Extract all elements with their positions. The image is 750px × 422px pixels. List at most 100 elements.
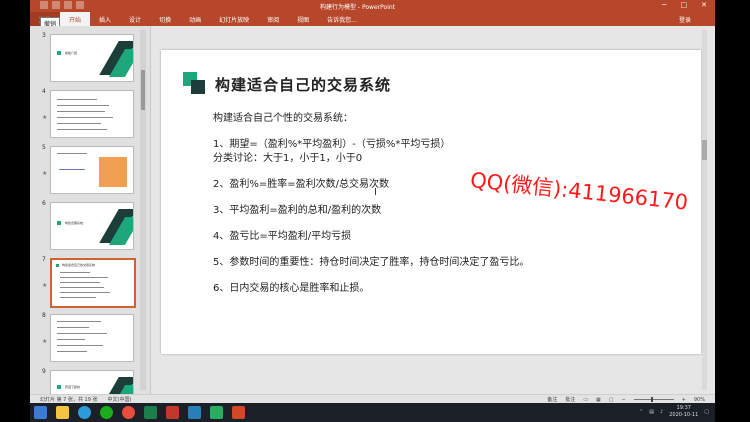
text-line — [57, 327, 89, 328]
tab-transitions[interactable]: 切换 — [150, 12, 180, 26]
clock-time: 19:37 — [676, 405, 691, 411]
taskbar: ⌃ ▤ ♪ 19:37 2020-10-11 ▢ — [30, 403, 715, 422]
login-link[interactable]: 登录 — [679, 15, 691, 24]
tab-review[interactable]: 审阅 — [258, 12, 288, 26]
text-line — [57, 105, 109, 106]
thumbnail-scrollbar[interactable] — [140, 30, 146, 390]
start-icon[interactable] — [34, 406, 47, 419]
tab-insert[interactable]: 插入 — [90, 12, 120, 26]
system-tray: ⌃ ▤ ♪ 19:37 2020-10-11 ▢ — [639, 405, 709, 419]
notification-icon[interactable]: ▢ — [704, 409, 709, 415]
thumbnail-row-6[interactable]: 6 构建合理系统 — [34, 200, 140, 250]
text-line — [60, 277, 108, 278]
volume-icon[interactable]: ♪ — [660, 409, 663, 415]
thumbnail-row-7[interactable]: 7 ★ 构建适合自己的交易系统 — [34, 256, 140, 308]
text-line — [60, 287, 104, 288]
zoom-in-icon[interactable]: + — [682, 397, 686, 403]
slide-number: 6 — [42, 200, 46, 207]
wechat-icon[interactable] — [100, 406, 113, 419]
clock[interactable]: 19:37 2020-10-11 — [669, 405, 698, 419]
star-icon: ★ — [42, 114, 48, 121]
text-line — [57, 99, 97, 100]
tab-design[interactable]: 设计 — [120, 12, 150, 26]
star-icon: ★ — [42, 170, 48, 177]
tab-view[interactable]: 视图 — [288, 12, 318, 26]
body-line: 分类讨论：大于1，小于1，小于0 — [213, 153, 363, 164]
window-controls: ─ □ ✕ — [662, 1, 707, 9]
tray-icon[interactable]: ⌃ — [639, 409, 643, 415]
logo-icon — [57, 51, 61, 55]
star-icon: ★ — [42, 282, 48, 289]
text-line — [57, 321, 101, 322]
body-line: 5、参数时间的重要性：持仓时间决定了胜率，持仓时间决定了盈亏比。 — [213, 257, 530, 268]
tab-home[interactable]: 开始 — [60, 12, 91, 26]
powerpoint-icon[interactable] — [232, 406, 245, 419]
comments-button[interactable]: 批注 — [565, 396, 575, 403]
window-title: 构建行为模型 - PowerPoint — [320, 4, 396, 11]
slide-thumbnail-7[interactable]: 构建适合自己的交易系统 — [50, 258, 136, 308]
text-line — [57, 129, 107, 130]
zoom-slider-knob[interactable] — [650, 397, 653, 402]
slide-thumbnail-4[interactable] — [50, 90, 134, 138]
thumbnail-row-9[interactable]: 9 稳固下跌线 — [34, 368, 140, 394]
tab-slideshow[interactable]: 幻灯片放映 — [210, 12, 258, 26]
chart-line — [59, 169, 85, 170]
quick-access-toolbar — [40, 1, 84, 9]
thumbnail-row-5[interactable]: 5 ★ — [34, 144, 140, 194]
media-app-icon[interactable] — [122, 406, 135, 419]
slide-number: 5 — [42, 144, 46, 151]
app-icon[interactable] — [210, 406, 223, 419]
start-slideshow-icon[interactable] — [76, 1, 84, 9]
slide-number: 8 — [42, 312, 46, 319]
text-line — [57, 339, 85, 340]
body-line: 4、盈亏比=平均盈利/平均亏损 — [213, 231, 352, 242]
slide-thumbnail-6[interactable]: 构建合理系统 — [50, 202, 134, 250]
body-line: 构建适合自己个性的交易系统： — [213, 113, 353, 124]
minimize-button[interactable]: ─ — [662, 1, 666, 9]
maximize-button[interactable]: □ — [681, 1, 688, 9]
slide-thumbnail-9[interactable]: 稳固下跌线 — [50, 370, 134, 394]
zoom-slider[interactable] — [633, 397, 674, 402]
body-line: 1、期望=（盈利%*平均盈利）-（亏损%*平均亏损） — [213, 139, 451, 150]
text-line — [60, 297, 96, 298]
close-button[interactable]: ✕ — [701, 1, 707, 9]
app-icon[interactable] — [166, 406, 179, 419]
editor-scrollbar[interactable] — [702, 30, 707, 390]
save-icon[interactable] — [40, 1, 48, 9]
slide-body-text[interactable]: 构建适合自己个性的交易系统： 1、期望=（盈利%*平均盈利）-（亏损%*平均亏损… — [213, 112, 529, 296]
undo-icon[interactable] — [52, 1, 60, 9]
text-line — [60, 282, 100, 283]
language-indicator[interactable]: 中文(中国) — [108, 396, 132, 403]
normal-view-icon[interactable]: ▭ — [583, 397, 588, 403]
app-icon[interactable] — [188, 406, 201, 419]
slide-thumbnail-3[interactable]: 模板介绍 — [50, 34, 134, 82]
tab-animations[interactable]: 动画 — [180, 12, 210, 26]
tell-me-search[interactable]: 告诉我您... — [318, 12, 366, 26]
zoom-level[interactable]: 90% — [694, 397, 705, 403]
browser-icon[interactable] — [78, 406, 91, 419]
reading-view-icon[interactable]: ▢ — [609, 397, 614, 403]
network-icon[interactable]: ▤ — [649, 409, 654, 415]
slide-number: 3 — [42, 32, 46, 39]
scrollbar-thumb[interactable] — [141, 70, 145, 110]
thumbnail-row-4[interactable]: 4 ★ — [34, 88, 140, 138]
slide-thumbnail-5[interactable] — [50, 146, 134, 194]
text-cursor-icon: I — [374, 187, 377, 198]
file-explorer-icon[interactable] — [56, 406, 69, 419]
zoom-out-icon[interactable]: − — [621, 397, 625, 403]
slide-counter: 幻灯片 第 7 张，共 19 张 — [40, 397, 98, 403]
thumbnail-row-8[interactable]: 8 ★ — [34, 312, 140, 362]
slide-thumbnail-8[interactable] — [50, 314, 134, 362]
title-logo-icon — [191, 80, 205, 94]
scrollbar-thumb[interactable] — [702, 140, 707, 160]
thumbnail-row-3[interactable]: 3 模板介绍 — [34, 32, 140, 82]
title-bar: 构建行为模型 - PowerPoint ─ □ ✕ — [30, 0, 715, 12]
star-icon: ★ — [42, 338, 48, 345]
sorter-view-icon[interactable]: ▦ — [596, 397, 601, 403]
slide-title[interactable]: 构建适合自己的交易系统 — [215, 74, 391, 95]
notes-button[interactable]: 备注 — [547, 396, 557, 403]
excel-icon[interactable] — [144, 406, 157, 419]
slide-number: 7 — [42, 256, 46, 263]
logo-icon — [57, 385, 61, 389]
redo-icon[interactable] — [64, 1, 72, 9]
